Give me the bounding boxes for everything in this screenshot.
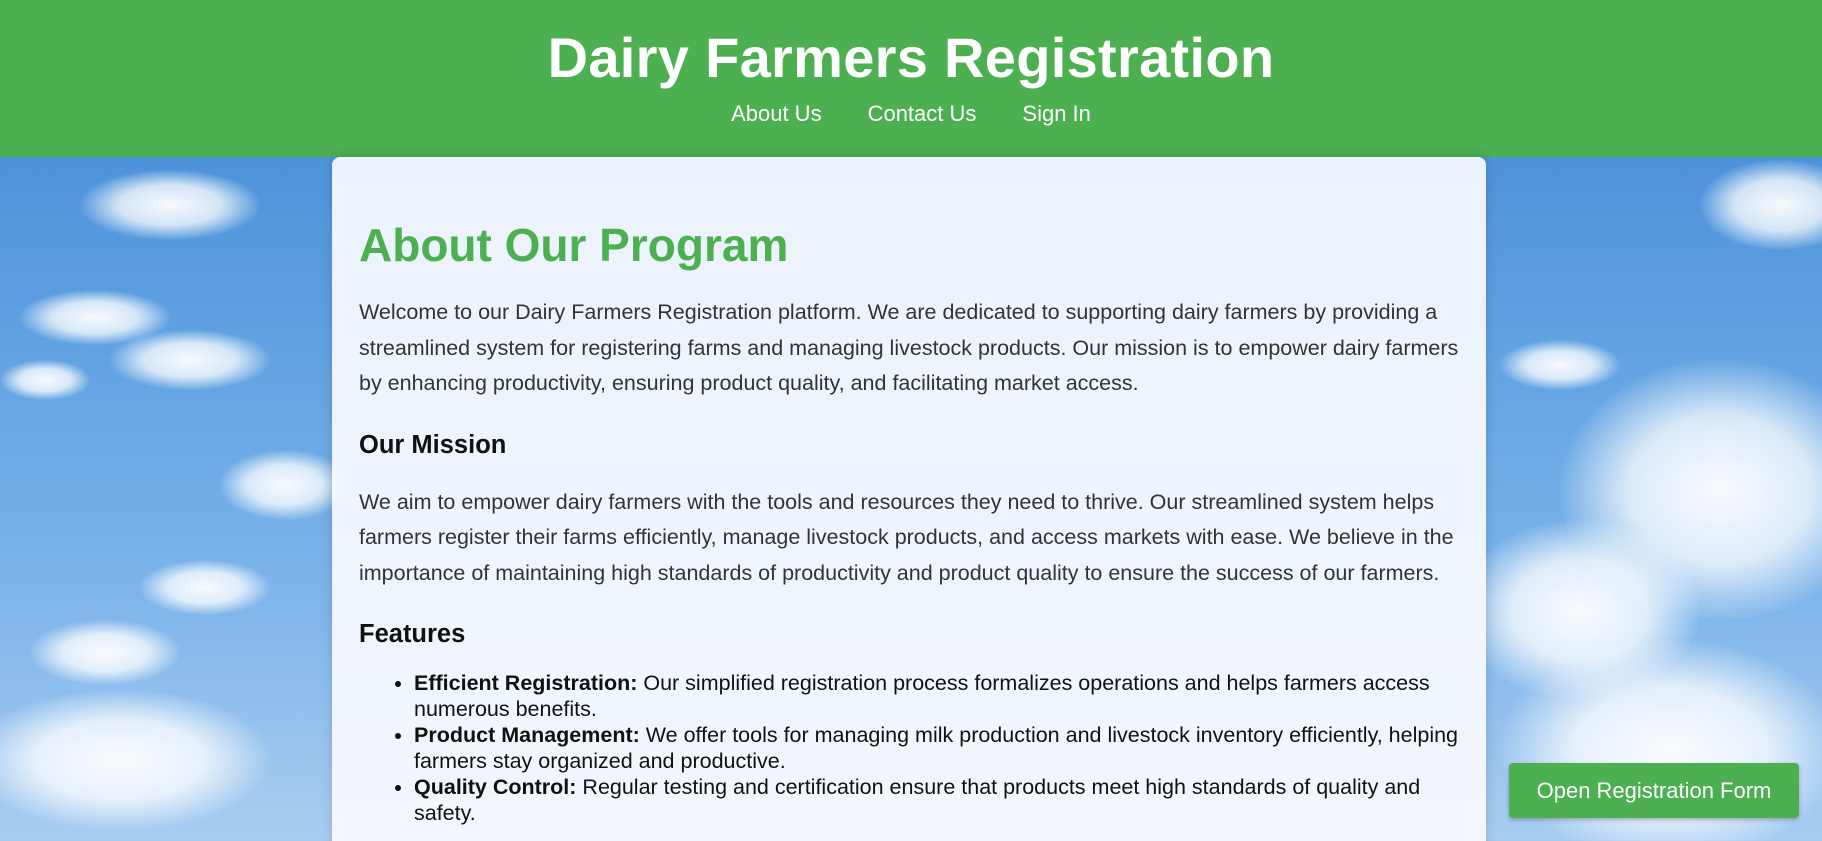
features-list: Efficient Registration: Our simplified r…: [359, 670, 1459, 826]
feature-title: Product Management:: [414, 723, 640, 747]
site-title: Dairy Farmers Registration: [547, 26, 1275, 89]
features-heading: Features: [359, 620, 466, 648]
cloud: [0, 690, 270, 830]
feature-title: Quality Control:: [414, 775, 577, 799]
cloud: [140, 560, 270, 615]
mission-heading: Our Mission: [359, 430, 507, 459]
open-registration-form-button[interactable]: Open Registration Form: [1509, 763, 1799, 818]
list-item: Efficient Registration: Our simplified r…: [414, 670, 1459, 722]
about-section: About Our Program Welcome to our Dairy F…: [332, 157, 1486, 841]
page-heading: About Our Program: [359, 219, 789, 271]
cloud: [0, 360, 90, 400]
cloud: [220, 450, 350, 520]
feature-title: Efficient Registration:: [414, 671, 638, 695]
cloud: [1700, 160, 1822, 250]
cloud: [110, 330, 270, 390]
cloud: [30, 620, 180, 685]
nav-contact-us[interactable]: Contact Us: [868, 101, 977, 127]
site-header: Dairy Farmers Registration About Us Cont…: [0, 0, 1822, 157]
intro-paragraph: Welcome to our Dairy Farmers Registratio…: [359, 300, 1459, 395]
nav-sign-in[interactable]: Sign In: [1022, 101, 1091, 127]
list-item: Quality Control: Regular testing and cer…: [414, 774, 1459, 826]
list-item: Product Management: We offer tools for m…: [414, 722, 1459, 774]
nav-about-us[interactable]: About Us: [731, 101, 822, 127]
cloud: [1500, 340, 1620, 390]
cloud: [80, 170, 260, 240]
main-nav: About Us Contact Us Sign In: [0, 101, 1822, 127]
mission-paragraph: We aim to empower dairy farmers with the…: [359, 489, 1454, 585]
